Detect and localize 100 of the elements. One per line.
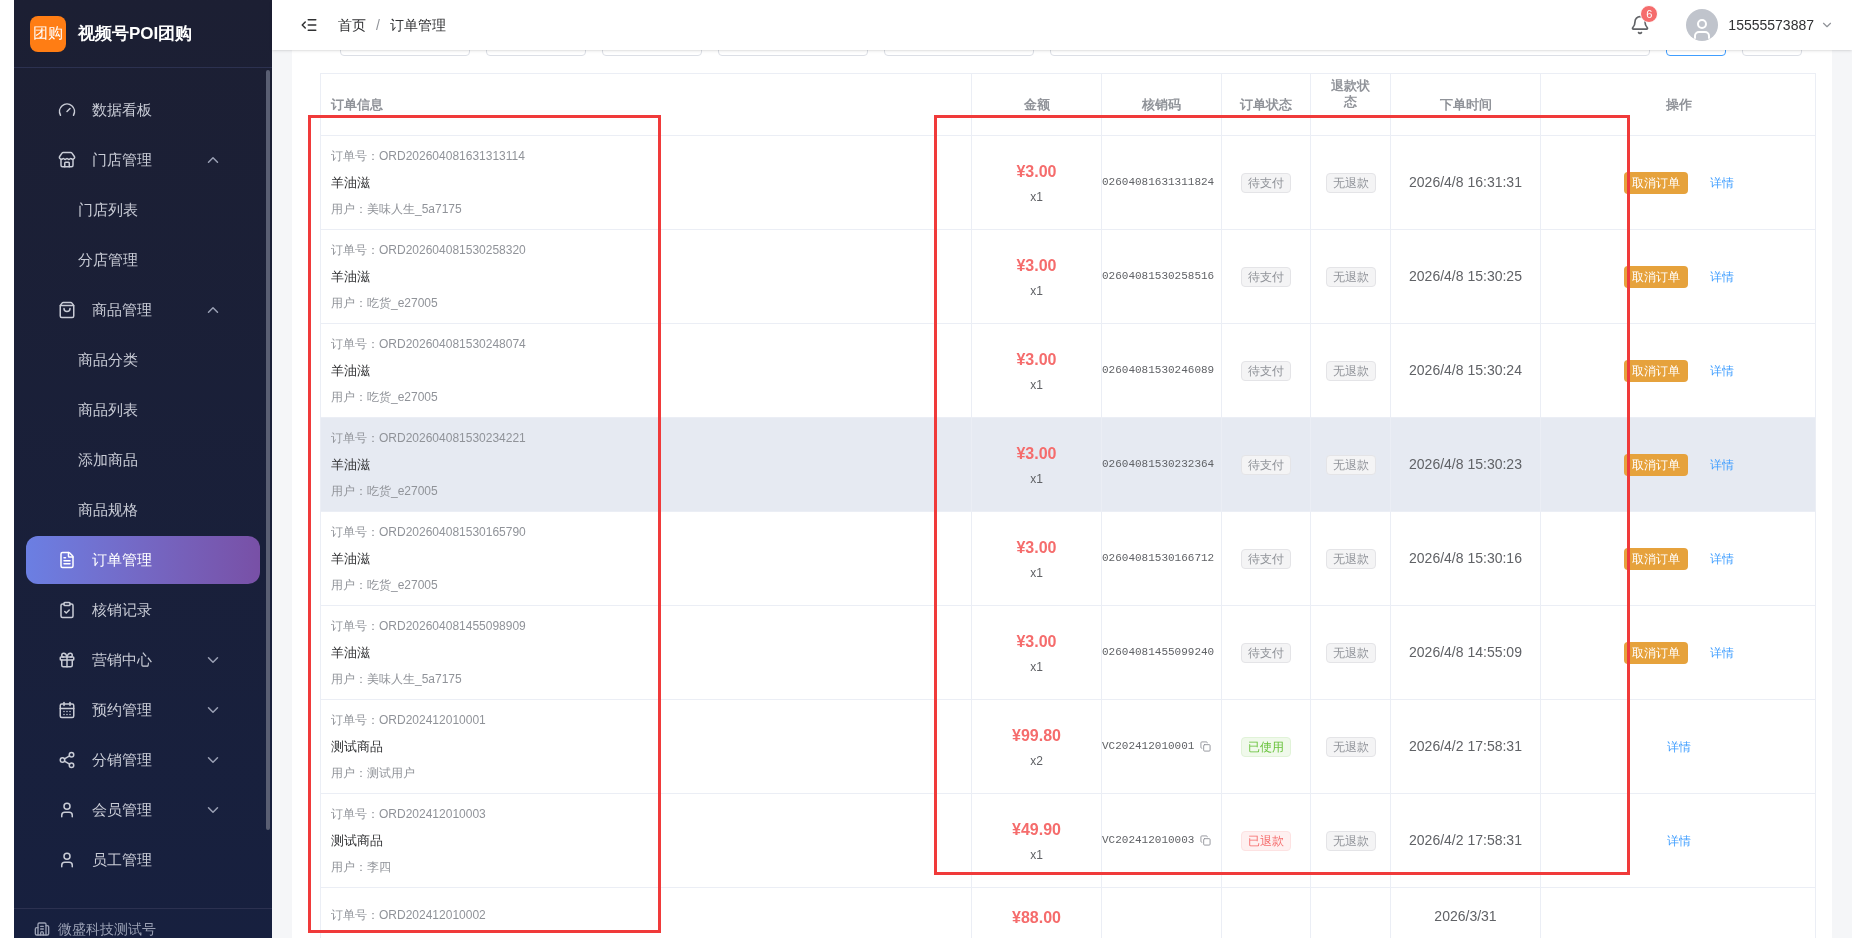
refund-tag: 无退款 (1325, 736, 1376, 757)
column-header: 操作 (1665, 96, 1692, 113)
product-name: 羊油滋 (331, 173, 371, 192)
order-time: 2026/4/8 15:30:24 (1409, 361, 1522, 380)
column-header: 退款状态 (1330, 78, 1371, 110)
column-header: 下单时间 (1439, 96, 1492, 113)
status-tag: 待支付 (1241, 360, 1291, 381)
sidebar-item[interactable]: 员工管理 (26, 836, 260, 884)
sidebar-item[interactable]: 门店管理 (26, 136, 260, 184)
redeem-code: 02604081455099240 (1102, 645, 1215, 661)
status-tag: 待支付 (1241, 266, 1291, 287)
order-time: 2026/4/2 17:58:31 (1409, 737, 1522, 756)
quantity: x2 (1030, 752, 1043, 770)
amount: ¥49.90 (1012, 819, 1061, 840)
submenu-item[interactable]: 分店管理 (26, 236, 260, 284)
user-label: 用户：吃货_e27005 (331, 389, 439, 407)
menu-icon (58, 601, 76, 619)
refund-tag: 无退款 (1325, 454, 1376, 475)
product-name: 羊油滋 (331, 643, 371, 662)
order-number: 订单号：ORD202604081455098909 (331, 617, 527, 635)
product-name: 测试商品 (331, 737, 384, 756)
refund-tag: 无退款 (1325, 830, 1376, 851)
order-number: 订单号：ORD202412010003 (331, 805, 487, 823)
sidebar-item[interactable]: 核销记录 (26, 586, 260, 634)
product-name: 羊油滋 (331, 361, 371, 380)
status-tag: 待支付 (1241, 548, 1291, 569)
order-time: 2026/4/8 16:31:31 (1409, 173, 1522, 192)
product-name: 测试商品 (331, 831, 384, 850)
amount: ¥3.00 (1016, 537, 1057, 558)
submenu-item[interactable]: 商品列表 (26, 386, 260, 434)
menu-icon (58, 101, 76, 119)
menu-toggle-icon[interactable] (300, 16, 318, 34)
notification-badge: 6 (1640, 5, 1659, 23)
menu-icon (58, 701, 76, 719)
copy-icon[interactable] (1200, 741, 1212, 752)
menu-icon (58, 801, 76, 819)
sidebar-item[interactable]: 数据看板 (26, 86, 260, 134)
quantity: x1 (1030, 470, 1043, 488)
menu-icon (58, 851, 76, 869)
amount: ¥88.00 (1012, 908, 1061, 928)
order-number: 订单号：ORD202604081530165790 (331, 523, 527, 541)
app-title: 视频号POI团购 (78, 22, 193, 45)
user-label: 用户：美味人生_5a7175 (331, 671, 463, 689)
submenu-item[interactable]: 商品分类 (26, 336, 260, 384)
copy-icon[interactable] (1200, 835, 1212, 846)
quantity: x1 (1030, 376, 1043, 394)
status-tag: 待支付 (1241, 454, 1291, 475)
menu-icon (58, 751, 76, 769)
logo: 团购 (30, 15, 66, 52)
redeem-code: 02604081530246089 (1102, 363, 1215, 379)
user-label: 用户：吃货_e27005 (331, 295, 439, 313)
amount: ¥99.80 (1012, 725, 1061, 746)
order-number: 订单号：ORD202412010001 (331, 711, 487, 729)
refund-tag: 无退款 (1325, 642, 1376, 663)
user-name[interactable]: 15555573887 (1728, 14, 1814, 36)
redeem-code: 02604081530258516 (1102, 269, 1215, 285)
status-tag: 已退款 (1241, 830, 1291, 851)
order-time: 2026/4/8 15:30:23 (1409, 455, 1522, 474)
amount: ¥3.00 (1016, 349, 1057, 370)
status-tag: 已使用 (1241, 736, 1291, 757)
quantity: x1 (1030, 846, 1043, 864)
order-time: 2026/4/2 17:58:31 (1409, 831, 1522, 850)
column-header: 金额 (1023, 96, 1050, 113)
sidebar-item[interactable]: 分销管理 (26, 736, 260, 784)
quantity: x1 (1030, 188, 1043, 206)
redeem-code: VC202412010001 (1102, 739, 1195, 755)
user-label: 用户：李四 (331, 859, 392, 877)
submenu-item[interactable]: 添加商品 (26, 436, 260, 484)
menu-icon (58, 651, 76, 669)
submenu-item[interactable]: 商品规格 (26, 486, 260, 534)
sidebar-item[interactable]: 预约管理 (26, 686, 260, 734)
column-header: 订单状态 (1240, 96, 1292, 113)
sidebar-item[interactable]: 会员管理 (26, 786, 260, 834)
redeem-code: 02604081530232364 (1102, 457, 1215, 473)
order-number: 订单号：ORD202604081530248074 (331, 335, 527, 353)
menu-icon (58, 301, 76, 319)
sidebar-item[interactable]: 营销中心 (26, 636, 260, 684)
amount: ¥3.00 (1016, 443, 1057, 464)
redeem-code: VC202412010003 (1102, 833, 1195, 849)
account-name: 微盛科技测试号 (58, 921, 156, 937)
breadcrumb-item[interactable]: 首页 (338, 14, 366, 36)
menu-icon (58, 551, 76, 569)
order-time: 2026/3/31 (1434, 907, 1497, 926)
status-tag: 待支付 (1241, 172, 1291, 193)
sidebar-item[interactable]: 商品管理 (26, 286, 260, 334)
breadcrumb-item: 订单管理 (389, 15, 446, 35)
order-number: 订单号：ORD202604081530234221 (331, 429, 527, 447)
user-label: 用户：吃货_e27005 (331, 483, 439, 501)
redeem-code: 02604081530166712 (1102, 551, 1215, 567)
quantity: x1 (1030, 658, 1043, 676)
amount: ¥3.00 (1016, 255, 1057, 276)
sidebar-item[interactable]: 订单管理 (26, 536, 260, 584)
order-time: 2026/4/8 15:30:16 (1409, 549, 1522, 568)
submenu-item[interactable]: 门店列表 (26, 186, 260, 234)
avatar[interactable] (1686, 9, 1719, 41)
order-number: 订单号：ORD202604081631313114 (331, 147, 526, 165)
amount: ¥3.00 (1016, 631, 1057, 652)
order-time: 2026/4/8 15:30:25 (1409, 267, 1522, 286)
refund-tag: 无退款 (1325, 548, 1376, 569)
product-name: 羊油滋 (331, 549, 371, 568)
